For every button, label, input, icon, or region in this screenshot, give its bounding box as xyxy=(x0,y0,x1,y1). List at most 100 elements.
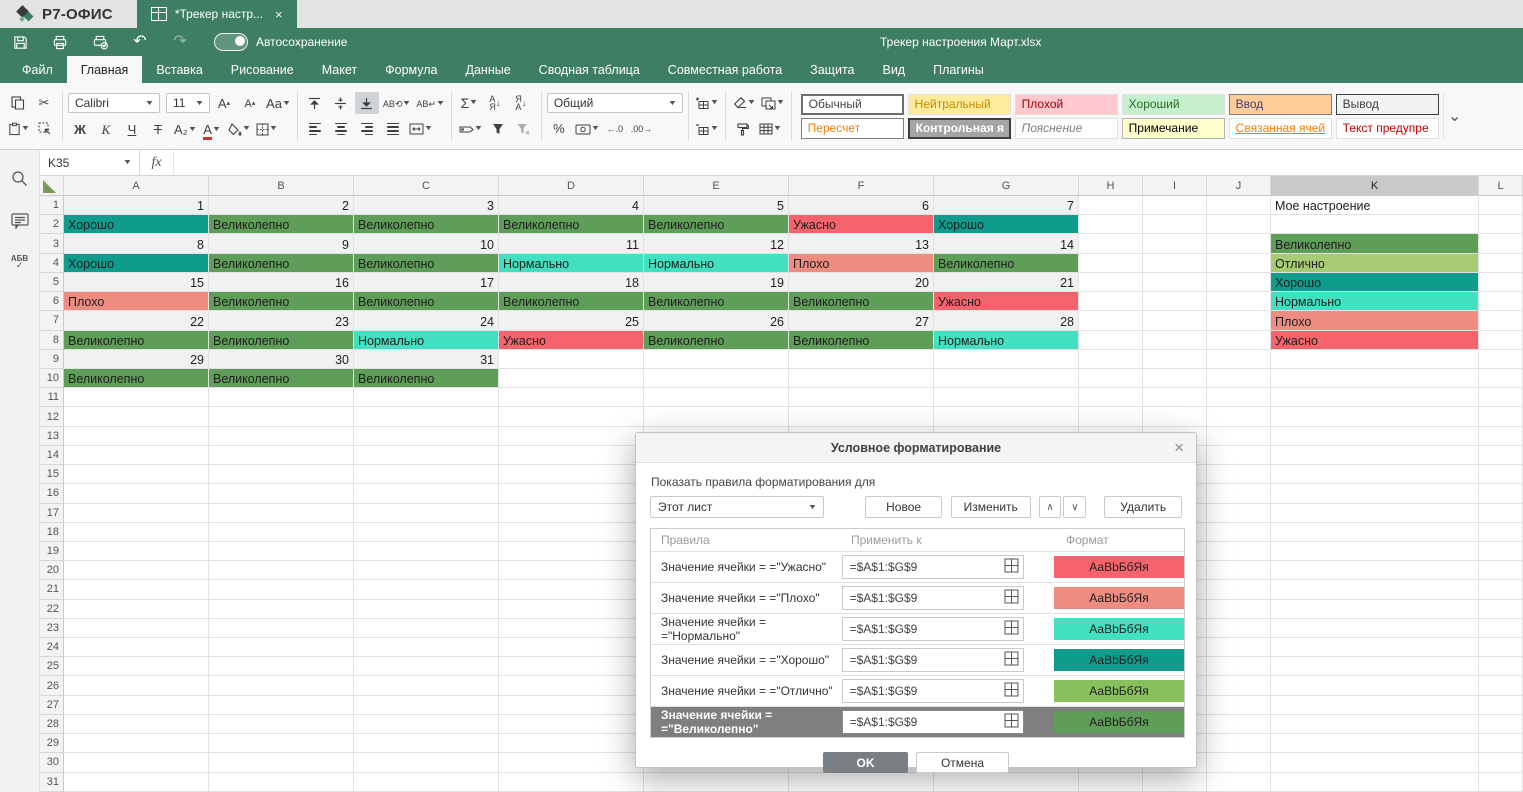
column-header-F[interactable]: F xyxy=(789,176,934,196)
cell-A9[interactable]: 29 xyxy=(64,350,209,369)
cell-C3[interactable]: 10 xyxy=(354,234,499,253)
cell-H9[interactable] xyxy=(1079,350,1143,369)
cell-style-Плохой[interactable]: Плохой xyxy=(1015,94,1118,115)
cell-B3[interactable]: 9 xyxy=(209,234,354,253)
menu-tab-Вид[interactable]: Вид xyxy=(868,56,919,83)
cell-C25[interactable] xyxy=(354,657,499,676)
cell-A13[interactable] xyxy=(64,427,209,446)
decrease-font-button[interactable]: А▴ xyxy=(238,92,262,114)
cell-J28[interactable] xyxy=(1207,715,1271,734)
cell-L24[interactable] xyxy=(1479,638,1523,657)
row-header-25[interactable]: 25 xyxy=(40,657,64,676)
cell-G6[interactable]: Ужасно xyxy=(934,292,1079,311)
cell-I7[interactable] xyxy=(1143,311,1207,330)
cell-L11[interactable] xyxy=(1479,388,1523,407)
cell-I9[interactable] xyxy=(1143,350,1207,369)
autosave-toggle[interactable] xyxy=(214,33,248,51)
select-button[interactable] xyxy=(33,118,57,140)
cell-D9[interactable] xyxy=(499,350,644,369)
cell-A30[interactable] xyxy=(64,753,209,772)
row-header-20[interactable]: 20 xyxy=(40,561,64,580)
cell-E8[interactable]: Великолепно xyxy=(644,331,789,350)
cell-D8[interactable]: Ужасно xyxy=(499,331,644,350)
increase-font-button[interactable]: А▴ xyxy=(212,92,236,114)
cell-K17[interactable] xyxy=(1271,504,1479,523)
cell-style-Текст предупре[interactable]: Текст предупре xyxy=(1336,118,1439,139)
cell-H31[interactable] xyxy=(1079,773,1143,792)
cell-L15[interactable] xyxy=(1479,465,1523,484)
select-range-icon[interactable] xyxy=(1004,620,1019,638)
cell-F10[interactable] xyxy=(789,369,934,388)
cell-D6[interactable]: Великолепно xyxy=(499,292,644,311)
cell-A19[interactable] xyxy=(64,542,209,561)
row-header-22[interactable]: 22 xyxy=(40,600,64,619)
named-ranges-button[interactable]: ▼ xyxy=(457,118,484,140)
cell-B18[interactable] xyxy=(209,523,354,542)
insert-cells-button[interactable]: ▼ xyxy=(694,92,720,114)
cell-A22[interactable] xyxy=(64,600,209,619)
cell-A6[interactable]: Плохо xyxy=(64,292,209,311)
cell-L3[interactable] xyxy=(1479,234,1523,253)
cell-D7[interactable]: 25 xyxy=(499,311,644,330)
cell-J17[interactable] xyxy=(1207,504,1271,523)
paste-button[interactable]: ▼ xyxy=(6,118,31,140)
cell-A5[interactable]: 15 xyxy=(64,273,209,292)
row-header-3[interactable]: 3 xyxy=(40,234,64,253)
cell-C8[interactable]: Нормально xyxy=(354,331,499,350)
sort-desc-button[interactable]: ЯА↓ xyxy=(509,92,533,114)
column-header-E[interactable]: E xyxy=(644,176,789,196)
cell-E31[interactable] xyxy=(644,773,789,792)
column-header-K[interactable]: K xyxy=(1271,176,1479,196)
autosum-button[interactable]: Σ▼ xyxy=(457,92,481,114)
cell-style-Вывод[interactable]: Вывод xyxy=(1336,94,1439,115)
cell-K9[interactable] xyxy=(1271,350,1479,369)
cell-A23[interactable] xyxy=(64,619,209,638)
format-preview-swatch[interactable]: АаВbБбЯя xyxy=(1054,556,1184,578)
cell-J30[interactable] xyxy=(1207,753,1271,772)
cell-style-Хороший[interactable]: Хороший xyxy=(1122,94,1225,115)
align-bottom-button[interactable] xyxy=(355,92,379,114)
cell-D15[interactable] xyxy=(499,465,644,484)
cell-E2[interactable]: Великолепно xyxy=(644,215,789,234)
cell-K25[interactable] xyxy=(1271,657,1479,676)
cell-C1[interactable]: 3 xyxy=(354,196,499,215)
cell-J2[interactable] xyxy=(1207,215,1271,234)
cell-J5[interactable] xyxy=(1207,273,1271,292)
cell-style-Нейтральный[interactable]: Нейтральный xyxy=(908,94,1011,115)
cell-A14[interactable] xyxy=(64,446,209,465)
cell-F1[interactable]: 6 xyxy=(789,196,934,215)
redo-button[interactable]: ↷ xyxy=(160,28,200,56)
align-left-button[interactable] xyxy=(303,118,327,140)
cell-I12[interactable] xyxy=(1143,407,1207,426)
cell-D21[interactable] xyxy=(499,580,644,599)
rule-range-input[interactable]: =$A$1:$G$9 xyxy=(842,555,1024,579)
cell-K29[interactable] xyxy=(1271,734,1479,753)
cell-B20[interactable] xyxy=(209,561,354,580)
column-header-H[interactable]: H xyxy=(1079,176,1143,196)
cell-K6[interactable]: Нормально xyxy=(1271,292,1479,311)
cell-J18[interactable] xyxy=(1207,523,1271,542)
cell-J26[interactable] xyxy=(1207,676,1271,695)
cell-L27[interactable] xyxy=(1479,696,1523,715)
cell-I5[interactable] xyxy=(1143,273,1207,292)
cell-J22[interactable] xyxy=(1207,600,1271,619)
font-size-select[interactable]: 11▼ xyxy=(166,93,210,113)
fill-color-button[interactable]: ▼ xyxy=(226,118,252,140)
cell-C10[interactable]: Великолепно xyxy=(354,369,499,388)
cell-style-Контрольная я[interactable]: Контрольная я xyxy=(908,118,1011,139)
row-header-4[interactable]: 4 xyxy=(40,254,64,273)
cell-J23[interactable] xyxy=(1207,619,1271,638)
cell-K4[interactable]: Отлично xyxy=(1271,254,1479,273)
cell-D16[interactable] xyxy=(499,484,644,503)
cell-L17[interactable] xyxy=(1479,504,1523,523)
cell-F3[interactable]: 13 xyxy=(789,234,934,253)
select-range-icon[interactable] xyxy=(1004,589,1019,607)
cell-K8[interactable]: Ужасно xyxy=(1271,331,1479,350)
cell-K30[interactable] xyxy=(1271,753,1479,772)
cell-C15[interactable] xyxy=(354,465,499,484)
cell-C11[interactable] xyxy=(354,388,499,407)
cell-K1[interactable]: Мое настроение xyxy=(1271,196,1479,215)
cell-J8[interactable] xyxy=(1207,331,1271,350)
cell-B26[interactable] xyxy=(209,676,354,695)
row-header-8[interactable]: 8 xyxy=(40,331,64,350)
